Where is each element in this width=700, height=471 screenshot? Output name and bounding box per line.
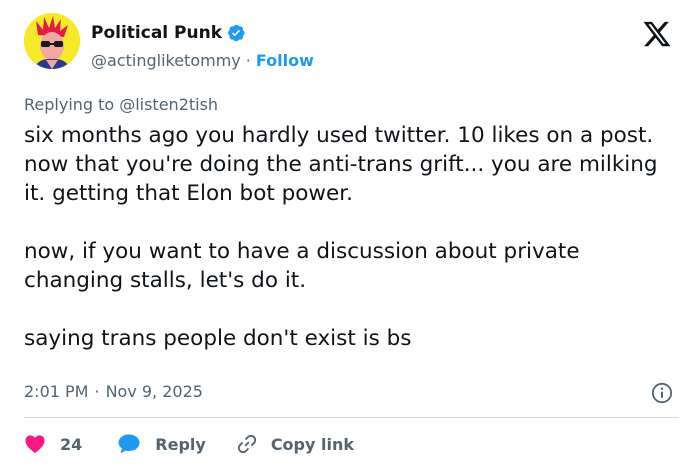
tweet-paragraph: saying trans people don't exist is bs [24, 326, 412, 351]
author-handle-row: @actingliketommy · Follow [91, 49, 314, 71]
link-icon [237, 434, 256, 454]
author-name-row: Political Punk [91, 22, 246, 44]
tweet-text: six months ago you hardly used twitter. … [24, 121, 684, 353]
divider [24, 417, 679, 418]
info-icon[interactable] [650, 381, 674, 405]
x-logo-icon[interactable] [641, 19, 673, 49]
copy-link-button[interactable]: Copy link [236, 433, 354, 455]
handle-separator: · [245, 50, 251, 70]
follow-button[interactable]: Follow [256, 51, 314, 70]
tweet-paragraph: six months ago you hardly used twitter. … [24, 123, 658, 206]
avatar-punk-illustration [24, 13, 80, 69]
heart-icon [25, 435, 45, 454]
reply-label: Reply [155, 434, 206, 454]
tweet-time[interactable]: 2:01 PM [24, 382, 88, 401]
tweet-timestamp: 2:01 PM · Nov 9, 2025 [24, 380, 203, 402]
verified-badge-icon [226, 23, 246, 43]
action-bar: 24 Reply Copy link [24, 431, 354, 457]
like-count: 24 [60, 434, 83, 454]
author-display-name[interactable]: Political Punk [91, 23, 222, 43]
replying-to-prefix: Replying to [24, 94, 115, 114]
like-button[interactable]: 24 [24, 434, 82, 454]
copy-link-label: Copy link [270, 434, 354, 454]
author-handle[interactable]: @actingliketommy [91, 51, 241, 70]
tweet-paragraph: now, if you want to have a discussion ab… [24, 239, 580, 293]
reply-button[interactable]: Reply [117, 433, 206, 455]
speech-bubble-icon [118, 434, 140, 454]
replying-to-handle[interactable]: @listen2tish [119, 95, 218, 114]
timestamp-separator: · [94, 381, 100, 401]
avatar[interactable] [24, 13, 80, 69]
replying-to-line: Replying to @listen2tish [24, 93, 218, 115]
tweet-date[interactable]: Nov 9, 2025 [106, 382, 203, 401]
